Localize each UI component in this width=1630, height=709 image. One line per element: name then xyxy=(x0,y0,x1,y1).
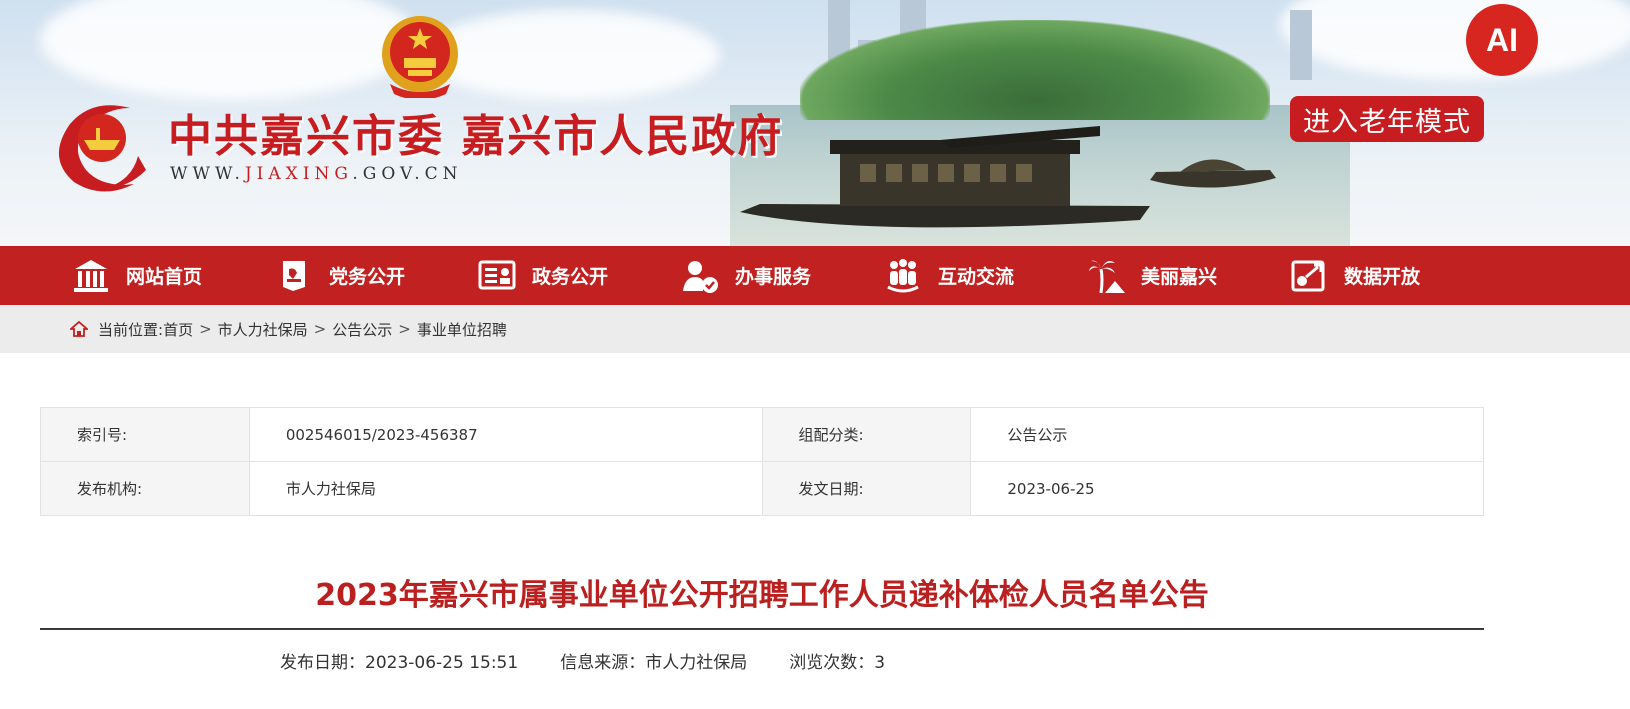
building xyxy=(1290,10,1312,80)
publish-date: 发布日期：2023-06-25 15:51 xyxy=(280,653,519,673)
title-divider xyxy=(40,628,1484,630)
palm-tree-icon xyxy=(1089,260,1125,293)
nav-item-label: 互动交流 xyxy=(938,266,1015,288)
party-icon xyxy=(283,260,305,291)
breadcrumb-separator: > xyxy=(199,320,212,338)
issuer-value: 市人力社保局 xyxy=(248,461,763,516)
nav-item-home[interactable]: 网站首页 xyxy=(72,246,275,305)
header-banner: 中共嘉兴市委 嘉兴市人民政府 WWW.JIAXING.GOV.CN AI 进入老… xyxy=(0,0,1630,246)
document-info-table: 索引号: 002546015/2023-456387 组配分类: 公告公示 发布… xyxy=(40,407,1484,516)
nav-item-label: 美丽嘉兴 xyxy=(1141,266,1218,288)
nav-item-services[interactable]: 办事服务 xyxy=(681,246,884,305)
site-url-highlight: JIAXING xyxy=(244,164,353,184)
small-boat-image xyxy=(1150,159,1276,188)
nav-item-gov-affairs[interactable]: 政务公开 xyxy=(478,246,681,305)
article-title: 2023年嘉兴市属事业单位公开招聘工作人员递补体检人员名单公告 xyxy=(315,578,1209,613)
cloud xyxy=(420,10,720,100)
cloud xyxy=(40,0,420,100)
breadcrumb-prefix: 当前位置: xyxy=(98,320,164,339)
elder-mode-button[interactable]: 进入老年模式 xyxy=(1290,96,1484,142)
issue-date-label: 发文日期: xyxy=(761,461,972,516)
nav-item-label: 网站首页 xyxy=(126,266,203,288)
category-value: 公告公示 xyxy=(970,407,1484,462)
table-row: 发布机构: 市人力社保局 发文日期: 2023-06-25 xyxy=(40,461,1484,516)
nav-item-label: 数据开放 xyxy=(1344,266,1421,288)
south-lake-scene xyxy=(730,0,1350,246)
breadcrumb: 当前位置: 首页 > 市人力社保局 > 公告公示 > 事业单位招聘 xyxy=(70,305,507,353)
gov-board-icon xyxy=(478,260,516,289)
site-url: WWW.JIAXING.GOV.CN xyxy=(170,164,463,184)
index-number-label: 索引号: xyxy=(40,407,250,462)
issuer-label: 发布机构: xyxy=(40,461,250,516)
index-number-value: 002546015/2023-456387 xyxy=(248,407,763,462)
breadcrumb-separator: > xyxy=(398,320,411,338)
main-nav: 网站首页 党务公开 政务公开 办事服务 互动交流 美丽嘉兴 数据开放 xyxy=(0,246,1630,305)
nav-item-open-data[interactable]: 数据开放 xyxy=(1290,246,1493,305)
red-boat-image xyxy=(740,126,1150,228)
breadcrumb-home-link[interactable]: 首页 xyxy=(163,319,193,340)
service-icon xyxy=(683,260,718,293)
breadcrumb-bar: 当前位置: 首页 > 市人力社保局 > 公告公示 > 事业单位招聘 xyxy=(0,305,1630,353)
nav-item-label: 政务公开 xyxy=(532,266,609,288)
info-source: 信息来源：市人力社保局 xyxy=(560,653,748,673)
site-title: 中共嘉兴市委 嘉兴市人民政府 xyxy=(168,111,784,162)
site-url-prefix: WWW. xyxy=(170,164,245,184)
site-url-suffix: .GOV.CN xyxy=(352,164,463,184)
breadcrumb-separator: > xyxy=(313,320,327,338)
home-small-icon xyxy=(70,320,88,337)
nav-item-label: 党务公开 xyxy=(329,266,406,288)
nav-item-label: 办事服务 xyxy=(735,266,812,288)
view-count: 浏览次数：3 xyxy=(789,653,886,673)
people-icon xyxy=(887,258,919,292)
island-trees xyxy=(800,20,1270,120)
data-icon xyxy=(1291,260,1325,291)
nav-item-party[interactable]: 党务公开 xyxy=(275,246,478,305)
breadcrumb-recruitment-link[interactable]: 事业单位招聘 xyxy=(417,319,507,340)
issue-date-value: 2023-06-25 xyxy=(970,461,1484,516)
breadcrumb-hrss-link[interactable]: 市人力社保局 xyxy=(218,319,308,340)
category-label: 组配分类: xyxy=(761,407,972,462)
breadcrumb-announcement-link[interactable]: 公告公示 xyxy=(332,319,392,340)
home-icon xyxy=(74,259,108,292)
nav-item-beautiful-jiaxing[interactable]: 美丽嘉兴 xyxy=(1087,246,1290,305)
table-row: 索引号: 002546015/2023-456387 组配分类: 公告公示 xyxy=(40,407,1484,462)
jiaxing-logo-icon xyxy=(58,105,146,192)
ai-assistant-button[interactable]: AI xyxy=(1466,4,1538,76)
nav-item-interaction[interactable]: 互动交流 xyxy=(884,246,1087,305)
article-meta: 发布日期：2023-06-25 15:51 信息来源：市人力社保局 浏览次数：3 xyxy=(280,648,927,673)
national-emblem-icon xyxy=(382,16,458,98)
